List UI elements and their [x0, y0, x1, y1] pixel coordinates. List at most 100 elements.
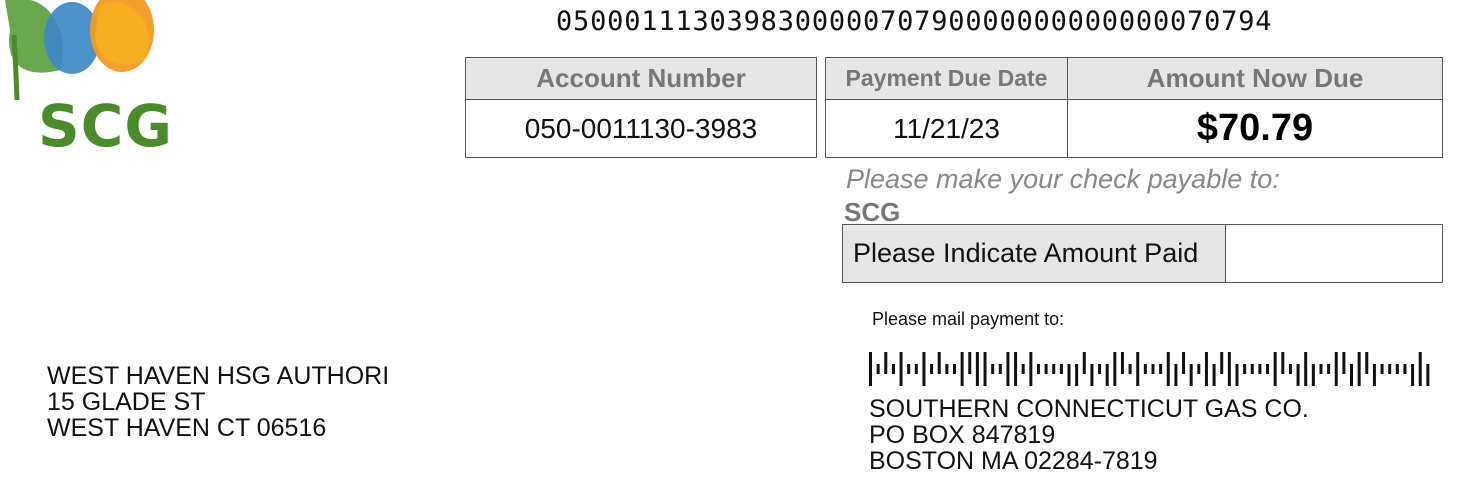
due-date-value: 11/21/23: [893, 112, 1000, 144]
barcode-bar: [1098, 364, 1102, 374]
barcode-bar: [1036, 364, 1040, 374]
barcode-bar: [1075, 364, 1079, 386]
barcode-bar: [1250, 364, 1254, 374]
barcode-bar: [1426, 364, 1430, 386]
barcode-bar: [930, 364, 934, 374]
barcode-bar: [1388, 364, 1392, 374]
barcode-bar: [1395, 364, 1399, 374]
barcode-bar: [1014, 352, 1018, 386]
barcode-bar: [945, 364, 949, 374]
barcode-bar: [1021, 364, 1025, 374]
barcode-bar: [1189, 364, 1193, 386]
barcode-bar: [1029, 352, 1033, 386]
barcode-bar: [1220, 352, 1224, 374]
barcode-bar: [937, 352, 941, 374]
barcode-bar: [1273, 352, 1277, 386]
remit-address-line: SOUTHERN CONNECTICUT GAS CO.: [869, 395, 1309, 423]
customer-address-line: WEST HAVEN HSG AUTHORI: [47, 362, 390, 390]
customer-address-line: WEST HAVEN CT 06516: [47, 414, 327, 442]
postal-barcode: [869, 352, 1430, 386]
barcode-bar: [1090, 364, 1094, 386]
account-number-value: 050-0011130-3983: [524, 112, 758, 144]
barcode-bar: [1204, 352, 1208, 386]
account-number-header: Account Number: [466, 58, 816, 100]
barcode-bar: [1304, 352, 1308, 386]
remit-address-line: BOSTON MA 02284-7819: [869, 447, 1158, 475]
barcode-bar: [1266, 364, 1270, 374]
barcode-bar: [968, 352, 972, 374]
barcode-bar: [1227, 352, 1231, 386]
barcode-bar: [1143, 364, 1147, 374]
barcode-bar: [998, 364, 1002, 374]
barcode-bar: [1350, 364, 1354, 386]
payable-to-label: Please make your check payable to:: [846, 164, 1280, 194]
barcode-bar: [1159, 364, 1163, 374]
mail-payment-label: Please mail payment to:: [872, 309, 1065, 329]
barcode-bar: [1113, 352, 1117, 386]
barcode-bar: [907, 364, 911, 374]
barcode-bar: [1006, 352, 1010, 386]
barcode-bar: [1319, 364, 1323, 374]
remit-address: SOUTHERN CONNECTICUT GAS CO. PO BOX 8478…: [869, 396, 1309, 474]
barcode-bar: [1052, 364, 1056, 374]
barcode-bar: [1296, 364, 1300, 386]
due-date-column: Payment Due Date 11/21/23: [826, 58, 1068, 157]
remit-address-line: PO BOX 847819: [869, 421, 1056, 449]
barcode-bar: [922, 352, 926, 386]
barcode-bar: [1380, 364, 1384, 374]
barcode-bar: [1067, 364, 1071, 386]
barcode-bar: [876, 364, 880, 374]
amount-due-header: Amount Now Due: [1068, 58, 1442, 100]
payment-due-box: Payment Due Date 11/21/23 Amount Now Due…: [825, 57, 1443, 158]
barcode-bar: [1311, 364, 1315, 386]
barcode-bar: [1372, 364, 1376, 386]
barcode-bar: [991, 364, 995, 374]
amount-paid-field[interactable]: [1226, 225, 1442, 282]
customer-address: WEST HAVEN HSG AUTHORI 15 GLADE ST WEST …: [47, 363, 389, 441]
logo-text: SCG: [38, 92, 173, 160]
customer-address-line: 15 GLADE ST: [47, 388, 206, 416]
barcode-bar: [1044, 364, 1048, 374]
barcode-bar: [1136, 352, 1140, 386]
amount-due-value: $70.79: [1196, 107, 1314, 149]
barcode-bar: [1365, 352, 1369, 374]
barcode-bar: [960, 352, 964, 386]
barcode-bar: [1212, 364, 1216, 386]
barcode-bar: [1357, 352, 1361, 386]
barcode-bar: [983, 352, 987, 386]
barcode-bar: [1342, 352, 1346, 374]
barcode-bar: [1243, 364, 1247, 374]
amount-paid-label: Please Indicate Amount Paid: [843, 225, 1226, 282]
barcode-bar: [1197, 364, 1201, 374]
barcode-bar: [1327, 364, 1331, 374]
barcode-bar: [1174, 364, 1178, 386]
barcode-bar: [952, 364, 956, 374]
barcode-bar: [1166, 352, 1170, 386]
barcode-bar: [1258, 364, 1262, 374]
barcode-bar: [1288, 364, 1292, 374]
barcode-bar: [1418, 352, 1422, 386]
scan-line: 0500011130398300000707900000000000000707…: [556, 6, 1273, 37]
barcode-bar: [1059, 364, 1063, 374]
barcode-bar: [1151, 364, 1155, 374]
barcode-bar: [1281, 352, 1285, 374]
barcode-bar: [1105, 364, 1109, 386]
barcode-bar: [1403, 364, 1407, 374]
barcode-bar: [884, 352, 888, 374]
barcode-bar: [1128, 364, 1132, 374]
barcode-bar: [869, 352, 872, 386]
amount-due-column: Amount Now Due $70.79: [1068, 58, 1442, 157]
due-date-header: Payment Due Date: [826, 58, 1067, 100]
barcode-bar: [1334, 352, 1338, 386]
barcode-bar: [975, 352, 979, 386]
barcode-bar: [1411, 364, 1415, 386]
account-number-box: Account Number 050-0011130-3983: [465, 57, 817, 158]
barcode-bar: [899, 352, 903, 386]
barcode-bar: [914, 364, 918, 374]
barcode-bar: [1082, 352, 1086, 374]
barcode-bar: [1235, 364, 1239, 386]
barcode-bar: [1182, 352, 1186, 374]
barcode-bar: [1120, 352, 1124, 374]
amount-paid-box: Please Indicate Amount Paid: [842, 224, 1443, 283]
barcode-bar: [891, 364, 895, 374]
